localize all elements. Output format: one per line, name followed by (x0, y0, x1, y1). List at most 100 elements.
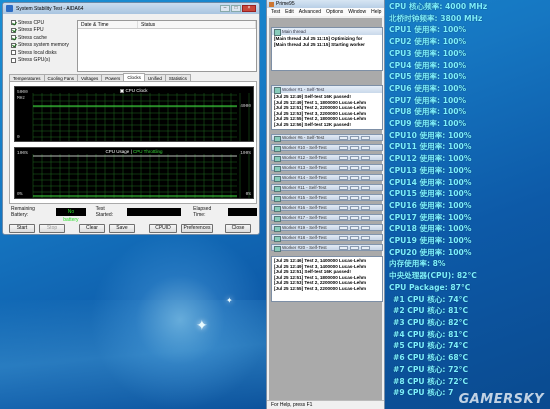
close-button[interactable] (361, 186, 370, 190)
restore-button[interactable] (339, 226, 348, 230)
restore-button[interactable] (339, 206, 348, 210)
close-button[interactable] (361, 136, 370, 140)
minimized-worker-window[interactable]: Worker #6 - Self-Test (271, 134, 383, 142)
restore-button[interactable] (339, 136, 348, 140)
prime95-window-title: Prime95 (276, 1, 295, 7)
minimized-worker-window[interactable]: Worker #14 - Self-Test (271, 174, 383, 182)
minimized-worker-window[interactable]: Worker #12 - Self-Test (271, 154, 383, 162)
stress-option-label: Stress system memory (18, 42, 69, 49)
legend-separator: | (130, 149, 132, 154)
close-button[interactable] (361, 216, 370, 220)
menu-advanced[interactable]: Advanced (299, 8, 321, 16)
minimize-button[interactable]: – (220, 5, 230, 12)
preferences-button[interactable]: Preferences (181, 224, 213, 233)
start-button[interactable]: Start (9, 224, 35, 233)
prime95-titlebar[interactable]: Prime95 (267, 0, 384, 8)
menu-edit[interactable]: Edit (285, 8, 294, 16)
restore-button[interactable] (339, 146, 348, 150)
stress-option[interactable]: Stress local disks (11, 49, 73, 57)
main-thread-window[interactable]: Main thread [Main thread Jul 25 11:15] O… (271, 27, 383, 71)
stress-option-label: Stress GPU(s) (18, 57, 51, 64)
clear-button[interactable]: Clear (79, 224, 105, 233)
minimized-worker-window[interactable]: Worker #10 - Self-Test (271, 144, 383, 152)
checkbox-unchecked-icon[interactable] (11, 50, 16, 56)
minimized-worker-window[interactable]: Worker #19 - Self-Test (271, 224, 383, 232)
cpu-usage-item: CPU8 使用率: 100% (389, 107, 467, 117)
restore-button[interactable] (339, 166, 348, 170)
restore-button[interactable] (339, 246, 348, 250)
worker1-title[interactable]: Worker #1 - Self-Test (272, 86, 382, 94)
maximize-button[interactable] (350, 236, 359, 240)
cpu-usage-item: CPU2 使用率: 100% (389, 37, 467, 47)
maximize-button[interactable] (350, 176, 359, 180)
maximize-button[interactable] (350, 146, 359, 150)
main-thread-title[interactable]: Main thread (272, 28, 382, 36)
restore-button[interactable] (339, 156, 348, 160)
restore-button[interactable] (339, 196, 348, 200)
stress-option[interactable]: Stress FPU (11, 27, 73, 35)
close-button[interactable] (361, 206, 370, 210)
menu-options[interactable]: Options (326, 8, 343, 16)
worker1-window[interactable]: Worker #1 - Self-Test [Jul 25 12:49] Sel… (271, 85, 383, 130)
maximize-button[interactable] (350, 166, 359, 170)
restore-button[interactable] (339, 186, 348, 190)
menu-help[interactable]: Help (371, 8, 381, 16)
menu-test[interactable]: Test (271, 8, 280, 16)
maximize-button[interactable] (350, 136, 359, 140)
minimized-worker-window[interactable]: Worker #16 - Self-Test (271, 204, 383, 212)
checkbox-checked-icon[interactable] (11, 27, 16, 33)
close-button[interactable]: Close (225, 224, 251, 233)
minimized-worker-window[interactable]: Worker #20 - Self-Test (271, 244, 383, 252)
checkbox-checked-icon[interactable] (11, 42, 16, 48)
event-log-table[interactable]: Date & Time Status (77, 20, 257, 72)
worker-log-window[interactable]: [Jul 25 12:46] Test 2, 1400000 Lucas-Leh… (271, 256, 383, 302)
restore-button[interactable] (339, 216, 348, 220)
column-date-time[interactable]: Date & Time (78, 21, 138, 28)
close-button[interactable] (361, 246, 370, 250)
checkbox-unchecked-icon[interactable] (11, 57, 16, 63)
close-button[interactable] (361, 146, 370, 150)
cpuid-button[interactable]: CPUID (149, 224, 177, 233)
save-button[interactable]: Save (109, 224, 135, 233)
menu-window[interactable]: Window (348, 8, 366, 16)
minimized-worker-title: Worker #13 - Self-Test (282, 165, 327, 170)
close-button[interactable] (361, 166, 370, 170)
stop-button[interactable]: Stop (39, 224, 65, 233)
minimized-worker-window[interactable]: Worker #18 - Self-Test (271, 234, 383, 242)
maximize-button[interactable] (350, 196, 359, 200)
maximize-button[interactable] (350, 186, 359, 190)
maximize-button[interactable]: □ (231, 5, 241, 12)
maximize-button[interactable] (350, 216, 359, 220)
restore-button[interactable] (339, 176, 348, 180)
stress-option[interactable]: Stress system memory (11, 42, 73, 50)
minimized-worker-window[interactable]: Worker #11 - Self-Test (271, 184, 383, 192)
column-status[interactable]: Status (138, 21, 256, 28)
aida64-titlebar[interactable]: System Stability Test - AIDA64 – □ × (3, 3, 259, 14)
legend-checkbox-icon[interactable] (120, 88, 125, 93)
minimized-worker-window[interactable]: Worker #17 - Self-Test (271, 214, 383, 222)
minimized-worker-window[interactable]: Worker #15 - Self-Test (271, 194, 383, 202)
maximize-button[interactable] (350, 226, 359, 230)
stress-option[interactable]: Stress CPU (11, 19, 73, 27)
close-button[interactable] (361, 226, 370, 230)
close-window-button[interactable]: × (242, 5, 256, 12)
close-button[interactable] (361, 196, 370, 200)
maximize-button[interactable] (350, 246, 359, 250)
maximize-button[interactable] (350, 206, 359, 210)
checkbox-checked-icon[interactable] (11, 20, 16, 26)
close-button[interactable] (361, 176, 370, 180)
stress-option[interactable]: Stress GPU(s) (11, 57, 73, 65)
minimized-worker-title: Worker #18 - Self-Test (282, 235, 327, 240)
minimized-worker-window[interactable]: Worker #13 - Self-Test (271, 164, 383, 172)
cpu-usage-graph: CPU Usage | CPU Throttling 100% 0% 100% … (14, 147, 254, 199)
stress-option[interactable]: Stress cache (11, 34, 73, 42)
close-button[interactable] (361, 156, 370, 160)
cpu-usage-item: CPU10 使用率: 100% (389, 130, 472, 140)
maximize-button[interactable] (350, 156, 359, 160)
cpu-throttling-legend-label: CPU Throttling (133, 149, 163, 154)
cpu-usage-item: CPU9 使用率: 100% (389, 119, 467, 129)
close-button[interactable] (361, 236, 370, 240)
prime95-menubar: Test Edit Advanced Options Window Help (267, 8, 384, 16)
checkbox-checked-icon[interactable] (11, 35, 16, 41)
restore-button[interactable] (339, 236, 348, 240)
